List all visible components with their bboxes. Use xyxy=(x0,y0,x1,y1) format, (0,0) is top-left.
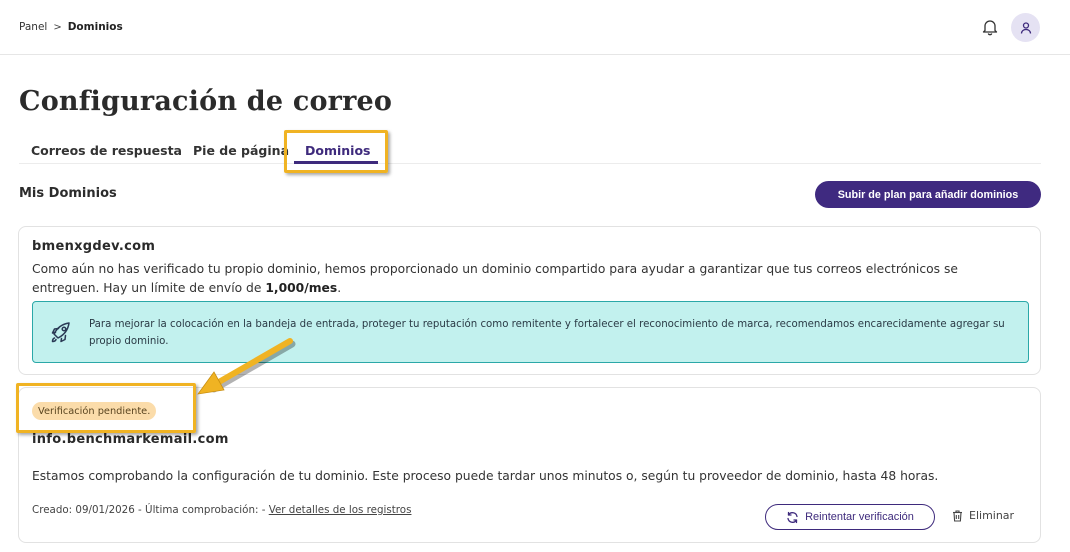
breadcrumb-separator: > xyxy=(53,21,62,33)
verification-description: Estamos comprobando la configuración de … xyxy=(32,469,939,483)
records-details-link[interactable]: Ver detalles de los registros xyxy=(269,504,412,516)
upgrade-plan-button[interactable]: Subir de plan para añadir dominios xyxy=(815,181,1041,208)
description-text: Como aún no has verificado tu propio dom… xyxy=(32,262,958,295)
retry-verification-label: Reintentar verificación xyxy=(805,511,914,523)
domain-meta: Creado: 09/01/2026 - Última comprobación… xyxy=(32,504,411,516)
delete-domain-button[interactable]: Eliminar xyxy=(952,509,1014,522)
tab-bar: Correos de respuesta Pie de página Domin… xyxy=(19,133,1041,164)
domain-name: info.benchmarkemail.com xyxy=(32,432,229,447)
section-title: Mis Dominios xyxy=(19,186,117,201)
recommendation-banner: Para mejorar la colocación en la bandeja… xyxy=(32,301,1029,363)
breadcrumb-current: Dominios xyxy=(67,21,123,33)
shared-domain-card: bmenxgdev.com Como aún no has verificado… xyxy=(18,226,1041,375)
shared-domain-description: Como aún no has verificado tu propio dom… xyxy=(32,260,1022,298)
tab-correos-de-respuesta[interactable]: Correos de respuesta xyxy=(31,143,182,158)
trash-icon xyxy=(953,509,962,522)
domain-name: bmenxgdev.com xyxy=(32,239,156,254)
delete-label: Eliminar xyxy=(969,509,1015,522)
user-icon xyxy=(1020,21,1031,34)
retry-verification-button[interactable]: Reintentar verificación xyxy=(765,504,935,530)
send-limit: 1,000/mes xyxy=(265,281,338,295)
top-bar: Panel > Dominios xyxy=(0,0,1070,55)
highlight-box-status xyxy=(16,383,196,433)
highlight-box-tab xyxy=(284,130,388,173)
recommendation-text: Para mejorar la colocación en la bandeja… xyxy=(89,319,1005,347)
breadcrumb-panel-link[interactable]: Panel xyxy=(19,21,47,33)
rocket-icon xyxy=(48,320,74,346)
tab-pie-de-pagina[interactable]: Pie de página xyxy=(193,143,289,158)
description-end: . xyxy=(337,281,342,295)
avatar[interactable] xyxy=(1011,13,1040,42)
breadcrumb: Panel > Dominios xyxy=(19,21,123,33)
bell-icon[interactable] xyxy=(980,17,1000,37)
page-title: Configuración de correo xyxy=(19,86,393,117)
refresh-icon xyxy=(787,511,798,523)
meta-text: Creado: 09/01/2026 - Última comprobación… xyxy=(32,504,269,516)
